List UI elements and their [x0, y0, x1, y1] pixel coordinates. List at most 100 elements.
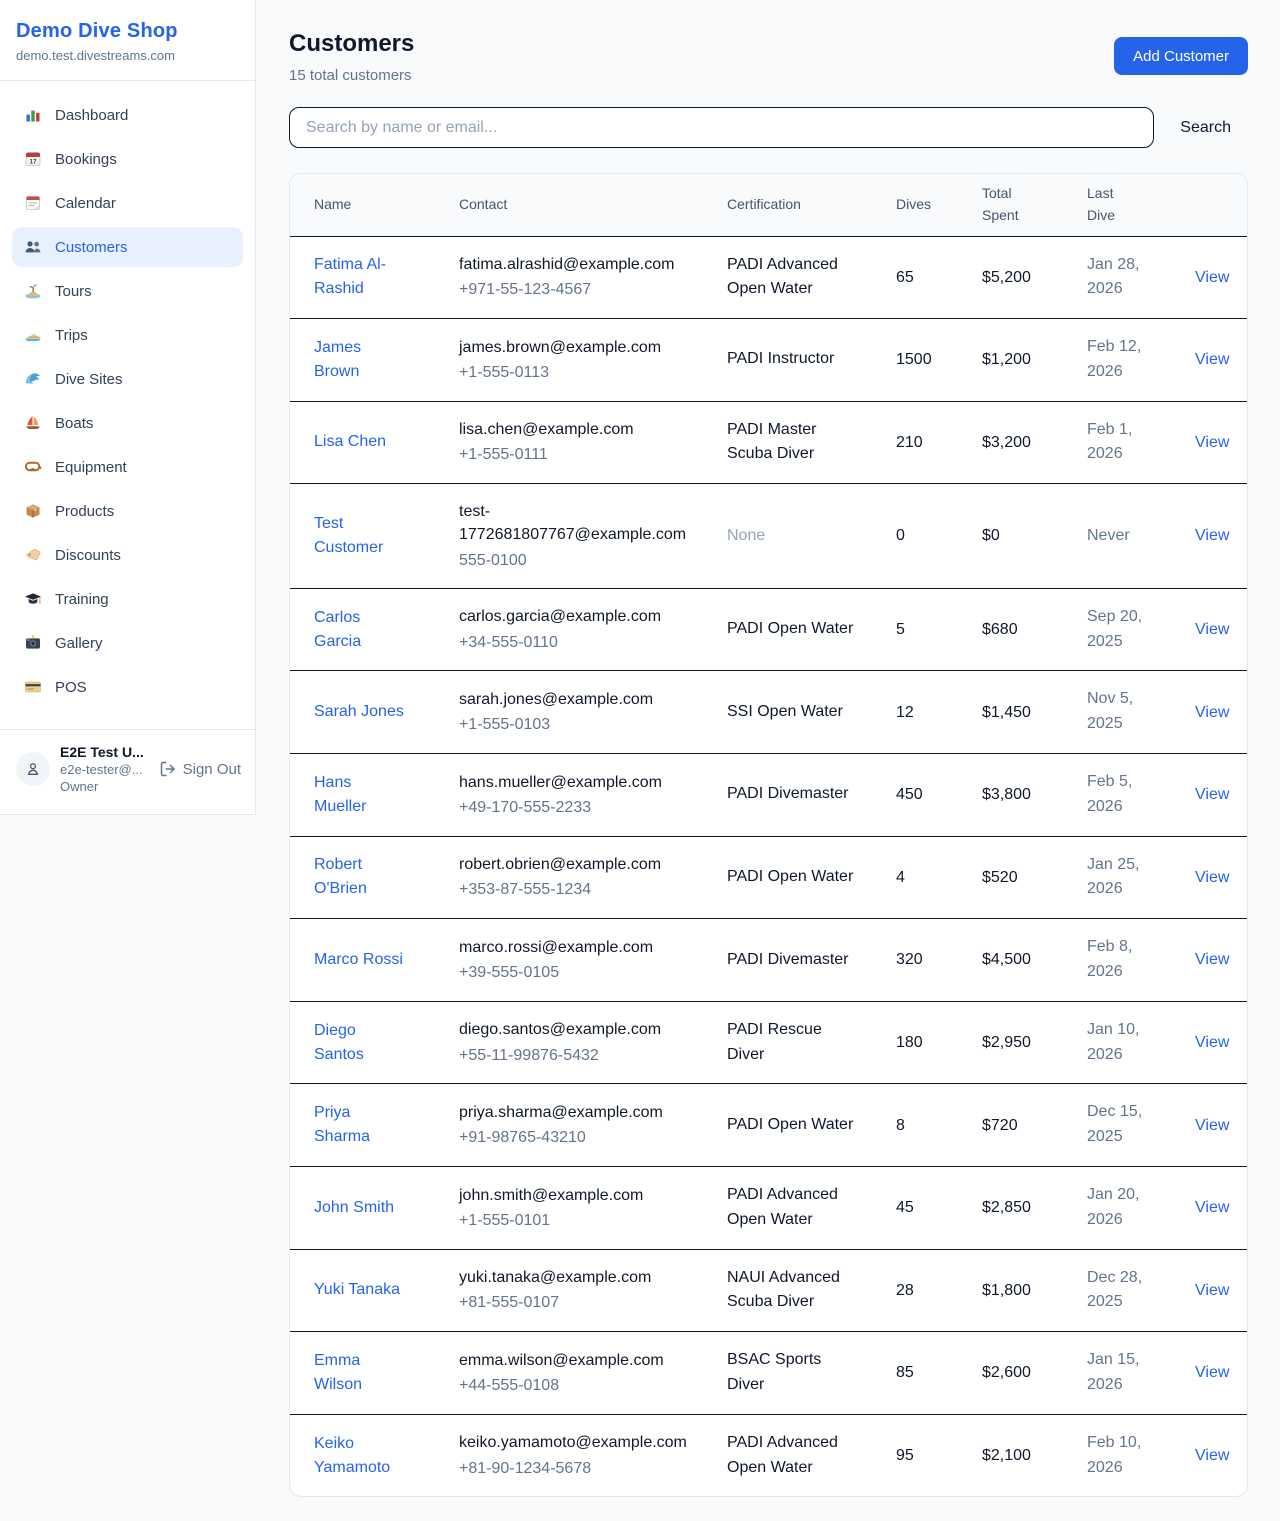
customer-total-spent: $2,850	[982, 1167, 1087, 1250]
customer-name-link[interactable]: Robert O'Brien	[314, 853, 408, 901]
sidebar-item-calendar[interactable]: Calendar	[12, 183, 243, 223]
customer-name-link[interactable]: John Smith	[314, 1196, 394, 1220]
search-bar: Search	[289, 107, 1248, 148]
customer-total-spent: $2,600	[982, 1332, 1087, 1415]
view-customer-link[interactable]: View	[1195, 1364, 1229, 1381]
customer-dives: 4	[896, 836, 982, 919]
add-customer-button[interactable]: Add Customer	[1114, 37, 1248, 75]
customer-total-spent: $2,950	[982, 1001, 1087, 1084]
column-header-total-spent: Total Spent	[982, 174, 1087, 236]
view-customer-link[interactable]: View	[1195, 869, 1229, 886]
sidebar-item-pos[interactable]: POS	[12, 667, 243, 707]
customer-name-link[interactable]: Fatima Al-Rashid	[314, 253, 408, 301]
table-header: NameContactCertificationDivesTotal Spent…	[290, 174, 1247, 236]
customer-name-link[interactable]: Sarah Jones	[314, 700, 404, 724]
sidebar-item-trips[interactable]: Trips	[12, 315, 243, 355]
customer-name-link[interactable]: Marco Rossi	[314, 948, 403, 972]
customer-name-link[interactable]: James Brown	[314, 336, 408, 384]
sidebar-item-label: Dive Sites	[55, 371, 123, 388]
sidebar-item-equipment[interactable]: Equipment	[12, 447, 243, 487]
avatar	[16, 752, 50, 786]
customer-total-spent: $1,800	[982, 1249, 1087, 1332]
customer-email: test-1772681807767@example.com	[459, 500, 699, 546]
user-email: e2e-tester@...	[60, 762, 149, 777]
sidebar-item-gallery[interactable]: Gallery	[12, 623, 243, 663]
sidebar-user-section: E2E Test U... e2e-tester@... Owner Sign …	[0, 729, 255, 810]
customer-name-link[interactable]: Test Customer	[314, 512, 408, 560]
customer-name-link[interactable]: Emma Wilson	[314, 1349, 408, 1397]
sidebar-header: Demo Dive Shop demo.test.divestreams.com	[0, 0, 255, 81]
view-customer-link[interactable]: View	[1195, 1199, 1229, 1216]
customer-dives: 85	[896, 1332, 982, 1415]
view-customer-link[interactable]: View	[1195, 351, 1229, 368]
table-row: Emma Wilsonemma.wilson@example.com+44-55…	[290, 1332, 1247, 1415]
view-customer-link[interactable]: View	[1195, 1117, 1229, 1134]
view-customer-link[interactable]: View	[1195, 1034, 1229, 1051]
customer-dives: 180	[896, 1001, 982, 1084]
customer-name-link[interactable]: Yuki Tanaka	[314, 1278, 400, 1302]
customer-certification: PADI Divemaster	[727, 782, 849, 807]
sidebar-item-bookings[interactable]: 17Bookings	[12, 139, 243, 179]
customer-dives: 28	[896, 1249, 982, 1332]
customer-name-link[interactable]: Priya Sharma	[314, 1101, 408, 1149]
view-customer-link[interactable]: View	[1195, 786, 1229, 803]
sidebar-item-discounts[interactable]: Discounts	[12, 535, 243, 575]
bar-chart-icon	[24, 106, 42, 124]
view-customer-link[interactable]: View	[1195, 269, 1229, 286]
customer-phone: +91-98765-43210	[459, 1126, 715, 1149]
customer-total-spent: $0	[982, 484, 1087, 589]
customer-name-link[interactable]: Diego Santos	[314, 1019, 408, 1067]
table-row: Diego Santosdiego.santos@example.com+55-…	[290, 1001, 1247, 1084]
column-header-contact: Contact	[459, 174, 727, 236]
customer-dives: 95	[896, 1414, 982, 1496]
customer-last-dive: Feb 5, 2026	[1087, 770, 1149, 820]
table-row: James Brownjames.brown@example.com+1-555…	[290, 319, 1247, 402]
customer-name-link[interactable]: Lisa Chen	[314, 430, 386, 454]
customer-name-link[interactable]: Keiko Yamamoto	[314, 1432, 408, 1480]
sidebar-item-label: Trips	[55, 327, 88, 344]
customer-total-spent: $1,450	[982, 671, 1087, 754]
customer-certification: None	[727, 524, 765, 549]
view-customer-link[interactable]: View	[1195, 621, 1229, 638]
sidebar-item-customers[interactable]: Customers	[12, 227, 243, 267]
sign-out-label: Sign Out	[183, 761, 241, 778]
sidebar-item-dive-sites[interactable]: Dive Sites	[12, 359, 243, 399]
customer-total-spent: $2,100	[982, 1414, 1087, 1496]
table-row: Sarah Jonessarah.jones@example.com+1-555…	[290, 671, 1247, 754]
sidebar-item-boats[interactable]: Boats	[12, 403, 243, 443]
sidebar-item-training[interactable]: Training	[12, 579, 243, 619]
table-header-row: NameContactCertificationDivesTotal Spent…	[290, 174, 1247, 236]
sidebar-item-label: Tours	[55, 283, 92, 300]
sidebar-item-label: Training	[55, 591, 109, 608]
table-row: Marco Rossimarco.rossi@example.com+39-55…	[290, 919, 1247, 1002]
customer-email: sarah.jones@example.com	[459, 688, 699, 711]
view-customer-link[interactable]: View	[1195, 434, 1229, 451]
view-customer-link[interactable]: View	[1195, 704, 1229, 721]
sidebar-item-tours[interactable]: Tours	[12, 271, 243, 311]
user-name: E2E Test U...	[60, 744, 149, 760]
customer-last-dive: Jan 20, 2026	[1087, 1183, 1149, 1233]
customer-phone: 555-0100	[459, 549, 715, 572]
view-customer-link[interactable]: View	[1195, 1447, 1229, 1464]
customer-total-spent: $520	[982, 836, 1087, 919]
sign-out-button[interactable]: Sign Out	[159, 760, 241, 778]
customer-email: lisa.chen@example.com	[459, 418, 699, 441]
customer-name-link[interactable]: Carlos Garcia	[314, 606, 408, 654]
sidebar-item-dashboard[interactable]: Dashboard	[12, 95, 243, 135]
view-customer-link[interactable]: View	[1195, 1282, 1229, 1299]
customer-phone: +44-555-0108	[459, 1374, 715, 1397]
sidebar-item-label: Boats	[55, 415, 93, 432]
customer-phone: +1-555-0101	[459, 1209, 715, 1232]
search-input[interactable]	[289, 107, 1154, 148]
search-button[interactable]: Search	[1180, 119, 1231, 137]
customer-last-dive: Feb 12, 2026	[1087, 335, 1149, 385]
customer-name-link[interactable]: Hans Mueller	[314, 771, 408, 819]
customer-dives: 1500	[896, 319, 982, 402]
view-customer-link[interactable]: View	[1195, 527, 1229, 544]
customer-email: carlos.garcia@example.com	[459, 605, 699, 628]
customer-dives: 8	[896, 1084, 982, 1167]
sidebar-item-products[interactable]: Products	[12, 491, 243, 531]
page-title: Customers	[289, 30, 414, 58]
view-customer-link[interactable]: View	[1195, 951, 1229, 968]
table-row: Lisa Chenlisa.chen@example.com+1-555-011…	[290, 401, 1247, 484]
